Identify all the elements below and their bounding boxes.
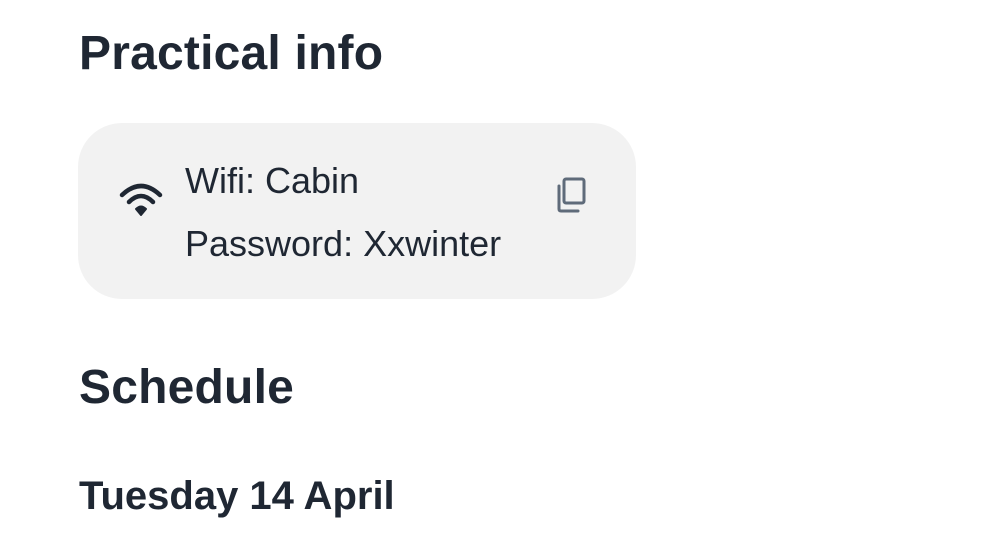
wifi-name: Wifi: Cabin bbox=[185, 160, 360, 201]
copy-icon[interactable] bbox=[552, 177, 592, 221]
wifi-card: Wifi: Cabin Password: Xxwinter bbox=[78, 123, 636, 299]
wifi-icon bbox=[118, 179, 164, 219]
wifi-password: Password: Xxwinter bbox=[185, 223, 502, 264]
schedule-day-heading: Tuesday 14 April bbox=[79, 474, 395, 518]
practical-info-title: Practical info bbox=[79, 27, 384, 80]
copy-password-button[interactable] bbox=[552, 173, 592, 217]
schedule-title: Schedule bbox=[79, 361, 294, 414]
